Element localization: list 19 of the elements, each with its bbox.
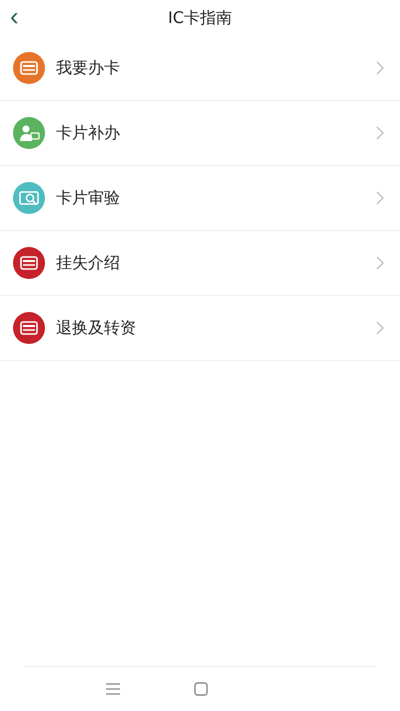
chevron-right-icon — [376, 191, 384, 205]
back-button[interactable]: ‹ — [6, 2, 23, 30]
item-label: 我要办卡 — [56, 58, 121, 78]
chevron-right-icon — [376, 321, 384, 335]
list-item[interactable]: 退换及转资 — [0, 296, 400, 361]
list-item[interactable]: 卡片补办 — [0, 101, 400, 166]
list-item[interactable]: 挂失介绍 — [0, 231, 400, 296]
item-label: 退换及转资 — [56, 318, 137, 338]
item-label: 卡片补办 — [56, 122, 121, 144]
menu-icon[interactable] — [106, 683, 120, 695]
item-label: 挂失介绍 — [56, 252, 121, 274]
list-item[interactable]: 我要办卡 — [0, 36, 400, 101]
item-label: 卡片审验 — [56, 188, 121, 208]
square-icon[interactable] — [194, 682, 208, 696]
chevron-right-icon — [376, 61, 384, 75]
page-title: IC卡指南 — [168, 8, 232, 28]
chevron-right-icon — [376, 256, 384, 270]
list-item[interactable]: 卡片审验 — [0, 166, 400, 231]
chevron-right-icon — [376, 126, 384, 140]
